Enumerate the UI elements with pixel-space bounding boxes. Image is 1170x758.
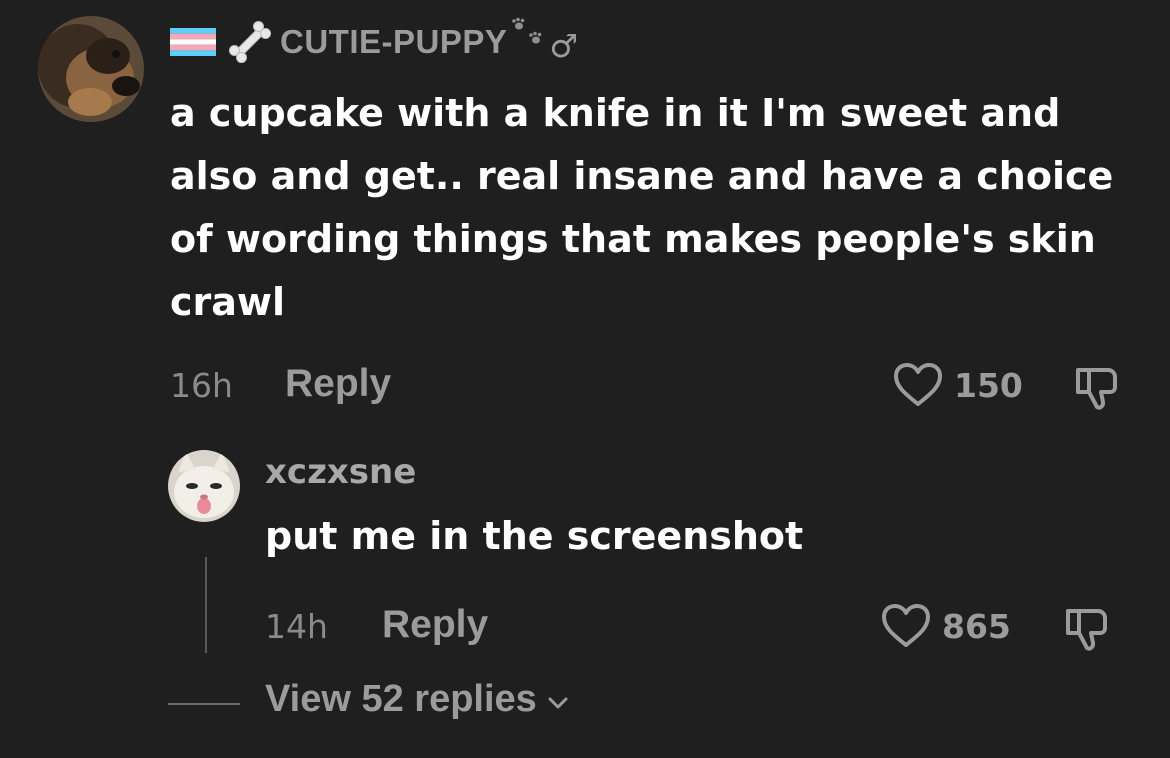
reply-like-count: 865 [942, 606, 1011, 646]
view-replies-divider [168, 703, 240, 705]
heart-icon [894, 363, 942, 406]
commenter-avatar[interactable] [38, 16, 144, 122]
reply-timestamp: 14h [265, 607, 328, 646]
chevron-down-icon [548, 697, 568, 708]
male-sign-icon: ♂ [549, 27, 579, 65]
paw-prints-icon [512, 17, 542, 44]
thumbs-down-icon[interactable] [1062, 603, 1112, 653]
commenter-username[interactable]: CUTIE-PUPPY [280, 23, 507, 61]
reply-text: put me in the screenshot [265, 514, 804, 558]
heart-icon [882, 604, 930, 647]
reply-reply-button[interactable]: Reply [382, 603, 488, 647]
reply-avatar[interactable] [168, 450, 240, 522]
comment-like-count: 150 [954, 365, 1023, 405]
thumbs-down-icon[interactable] [1072, 362, 1122, 412]
comment-like-button[interactable]: 150 [892, 362, 1023, 408]
commenter-name-row[interactable]: CUTIE-PUPPY ♂ [170, 14, 578, 70]
reply-like-button[interactable]: 865 [880, 603, 1011, 649]
thread-line [205, 557, 207, 653]
comment-text: a cupcake with a knife in it I'm sweet a… [170, 91, 1114, 324]
bone-icon [228, 20, 272, 64]
reply-username[interactable]: xczxsne [265, 452, 416, 492]
view-replies-button[interactable]: View 52 replies [265, 678, 573, 721]
view-replies-label: View 52 replies [265, 678, 537, 720]
comment-timestamp: 16h [170, 366, 233, 405]
comment-reply-button[interactable]: Reply [285, 362, 391, 406]
transgender-flag-icon [170, 28, 216, 56]
